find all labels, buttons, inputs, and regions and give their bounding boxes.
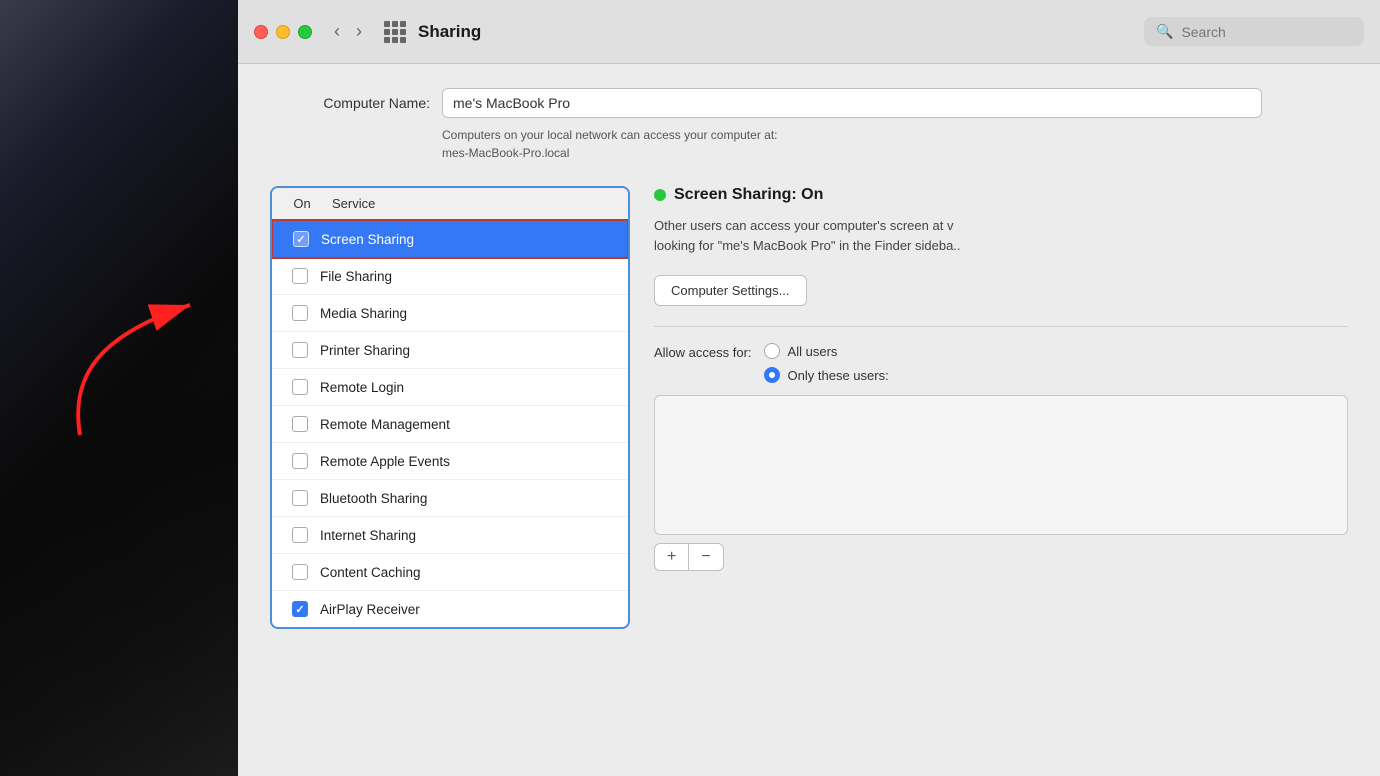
service-name-bluetooth-sharing: Bluetooth Sharing xyxy=(320,491,427,506)
service-name-file-sharing: File Sharing xyxy=(320,269,392,284)
list-actions: + − xyxy=(654,543,1348,571)
allow-access-row: Allow access for: All users Only these u… xyxy=(654,343,1348,383)
service-name-airplay-receiver: AirPlay Receiver xyxy=(320,602,420,617)
main-window: ‹ › Sharing 🔍 Computer Name: Computers xyxy=(238,0,1380,776)
service-item-remote-management[interactable]: Remote Management xyxy=(272,406,628,443)
checkbox-file-sharing[interactable] xyxy=(292,268,308,284)
service-item-media-sharing[interactable]: Media Sharing xyxy=(272,295,628,332)
radio-options: All users Only these users: xyxy=(764,343,889,383)
nav-buttons: ‹ › xyxy=(328,17,368,46)
computer-settings-button[interactable]: Computer Settings... xyxy=(654,275,807,306)
computer-name-row: Computer Name: xyxy=(270,88,1348,118)
service-item-remote-login[interactable]: Remote Login xyxy=(272,369,628,406)
header-service: Service xyxy=(332,196,375,211)
checkbox-remote-apple-events[interactable] xyxy=(292,453,308,469)
service-item-internet-sharing[interactable]: Internet Sharing xyxy=(272,517,628,554)
checkbox-remote-management[interactable] xyxy=(292,416,308,432)
main-panel: On Service ✓ Screen Sharing File Sharing xyxy=(270,186,1348,629)
search-input[interactable] xyxy=(1181,24,1352,40)
annotation-arrow xyxy=(40,295,220,455)
radio-only-these[interactable]: Only these users: xyxy=(764,367,889,383)
sharing-status: Screen Sharing: On xyxy=(654,186,1348,204)
checkbox-internet-sharing[interactable] xyxy=(292,527,308,543)
services-panel: On Service ✓ Screen Sharing File Sharing xyxy=(270,186,630,629)
radio-label-all-users: All users xyxy=(788,344,838,359)
service-item-remote-apple-events[interactable]: Remote Apple Events xyxy=(272,443,628,480)
fullscreen-button[interactable] xyxy=(298,25,312,39)
minimize-button[interactable] xyxy=(276,25,290,39)
service-item-content-caching[interactable]: Content Caching xyxy=(272,554,628,591)
remove-user-button[interactable]: − xyxy=(688,543,723,571)
checkbox-content-caching[interactable] xyxy=(292,564,308,580)
allow-access-label: Allow access for: xyxy=(654,343,752,360)
checkbox-bluetooth-sharing[interactable] xyxy=(292,490,308,506)
radio-all-users[interactable]: All users xyxy=(764,343,889,359)
sharing-status-text: Screen Sharing: On xyxy=(674,186,823,204)
service-name-remote-management: Remote Management xyxy=(320,417,450,432)
back-button[interactable]: ‹ xyxy=(328,17,346,46)
services-header: On Service xyxy=(272,188,628,220)
service-name-content-caching: Content Caching xyxy=(320,565,421,580)
service-name-internet-sharing: Internet Sharing xyxy=(320,528,416,543)
service-name-screen-sharing: Screen Sharing xyxy=(321,232,414,247)
computer-name-label: Computer Name: xyxy=(270,95,430,111)
service-name-media-sharing: Media Sharing xyxy=(320,306,407,321)
radio-label-only-these: Only these users: xyxy=(788,368,889,383)
service-item-file-sharing[interactable]: File Sharing xyxy=(272,258,628,295)
checkbox-screen-sharing[interactable]: ✓ xyxy=(293,231,309,247)
service-name-remote-apple-events: Remote Apple Events xyxy=(320,454,450,469)
service-item-bluetooth-sharing[interactable]: Bluetooth Sharing xyxy=(272,480,628,517)
service-name-printer-sharing: Printer Sharing xyxy=(320,343,410,358)
app-grid-icon[interactable] xyxy=(384,21,406,43)
service-item-screen-sharing[interactable]: ✓ Screen Sharing xyxy=(271,219,629,259)
content-area: Computer Name: Computers on your local n… xyxy=(238,64,1380,776)
forward-button[interactable]: › xyxy=(350,17,368,46)
service-item-printer-sharing[interactable]: Printer Sharing xyxy=(272,332,628,369)
close-button[interactable] xyxy=(254,25,268,39)
computer-name-hint: Computers on your local network can acce… xyxy=(442,126,1348,162)
checkbox-airplay-receiver[interactable] xyxy=(292,601,308,617)
search-box[interactable]: 🔍 xyxy=(1144,17,1364,46)
status-dot-green xyxy=(654,189,666,201)
sidebar xyxy=(0,0,238,776)
titlebar: ‹ › Sharing 🔍 xyxy=(238,0,1380,64)
window-title: Sharing xyxy=(418,22,481,42)
sharing-description: Other users can access your computer's s… xyxy=(654,216,1134,255)
detail-panel: Screen Sharing: On Other users can acces… xyxy=(654,186,1348,629)
radio-circle-only-these[interactable] xyxy=(764,367,780,383)
search-icon: 🔍 xyxy=(1156,23,1173,40)
checkbox-remote-login[interactable] xyxy=(292,379,308,395)
service-item-airplay-receiver[interactable]: AirPlay Receiver xyxy=(272,591,628,627)
computer-name-input[interactable] xyxy=(442,88,1262,118)
radio-circle-all-users[interactable] xyxy=(764,343,780,359)
divider xyxy=(654,326,1348,327)
checkbox-printer-sharing[interactable] xyxy=(292,342,308,358)
service-name-remote-login: Remote Login xyxy=(320,380,404,395)
header-on: On xyxy=(272,196,332,211)
users-list-box xyxy=(654,395,1348,535)
traffic-lights xyxy=(254,25,312,39)
add-user-button[interactable]: + xyxy=(654,543,688,571)
checkbox-media-sharing[interactable] xyxy=(292,305,308,321)
